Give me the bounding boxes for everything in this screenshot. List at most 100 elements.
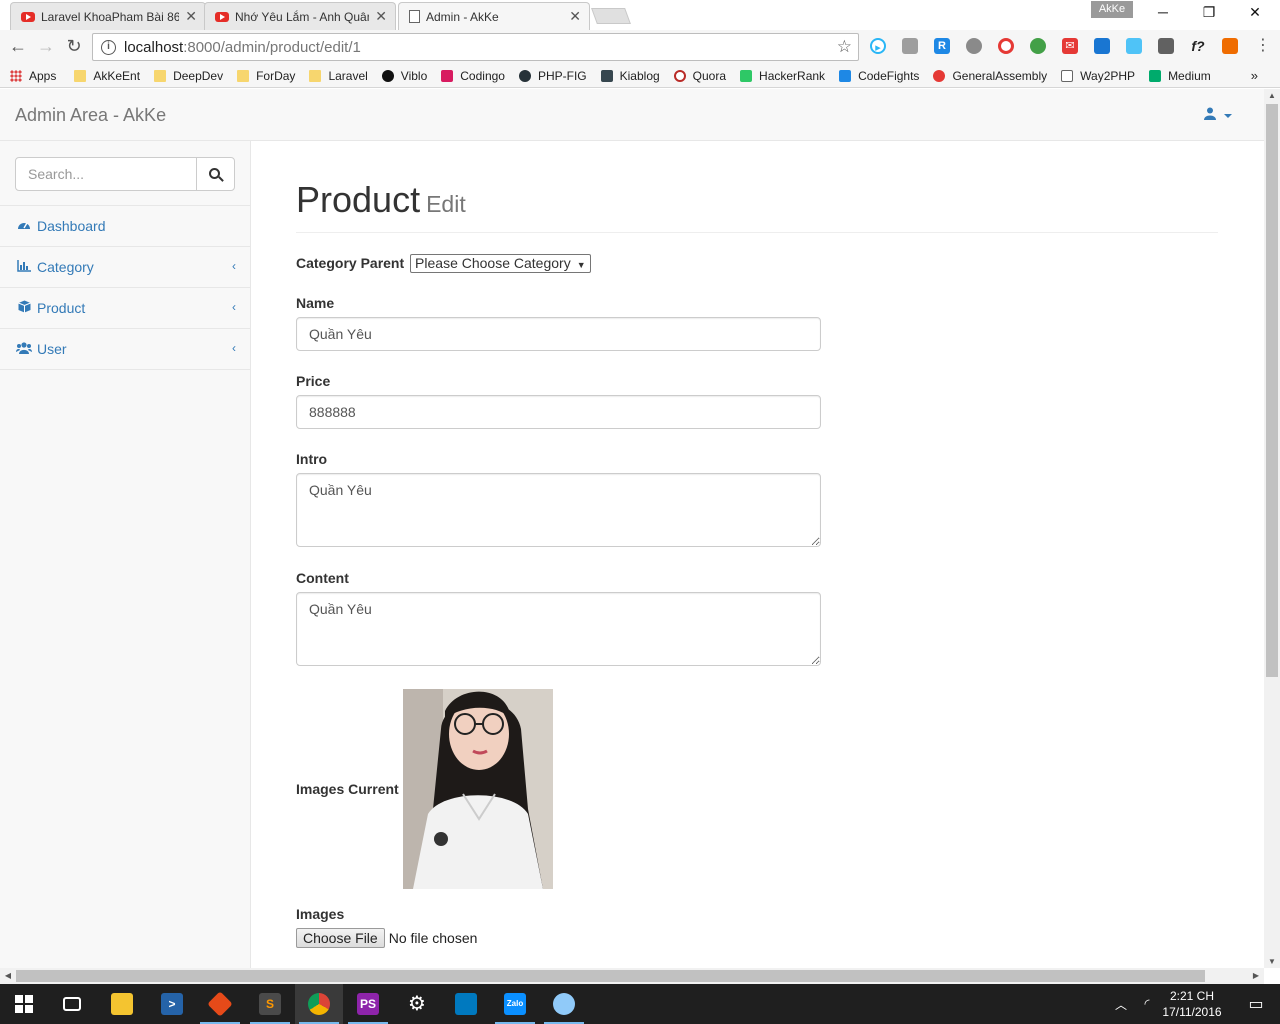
forward-icon[interactable]: →	[35, 36, 57, 56]
page-icon	[1061, 69, 1074, 82]
reload-icon[interactable]: ↻	[63, 36, 85, 56]
clock-date: 17/11/2016	[1162, 1005, 1222, 1019]
folder-icon	[74, 69, 87, 82]
bookmark-php-fig[interactable]: PHP-FIG	[518, 69, 587, 83]
category-select[interactable]: Please Choose Category ▼	[410, 254, 591, 273]
trello-icon[interactable]	[442, 984, 490, 1024]
bookmark-laravel[interactable]: Laravel	[309, 69, 368, 83]
bookmark-codefights[interactable]: CodeFights	[839, 69, 919, 83]
choose-file-button[interactable]: Choose File	[296, 928, 385, 948]
extension-r-icon[interactable]: R	[934, 38, 950, 54]
tab-title: Nhớ Yêu Lắm - Anh Quân	[235, 9, 370, 24]
restore-icon[interactable]: ❐	[1186, 4, 1232, 21]
profile-badge[interactable]: AkKe	[1091, 1, 1133, 18]
scroll-down-icon[interactable]: ▼	[1264, 957, 1280, 966]
vertical-scrollbar[interactable]: ▲ ▼	[1264, 89, 1280, 968]
browser-tab-2[interactable]: Nhớ Yêu Lắm - Anh Quân ✕	[204, 2, 396, 30]
intro-textarea[interactable]: Quần Yêu	[296, 473, 821, 547]
new-tab-button[interactable]	[591, 8, 631, 24]
browser-tab-1[interactable]: Laravel KhoaPham Bài 86 ✕	[10, 2, 206, 30]
system-clock[interactable]: 2:21 CH 17/11/2016	[1160, 988, 1224, 1020]
browser-tab-3[interactable]: Admin - AkKe ✕	[398, 2, 590, 30]
youtube-icon	[215, 11, 229, 22]
bookmark-star-icon[interactable]: ☆	[837, 37, 852, 57]
bookmark-kiablog[interactable]: Kiablog	[600, 69, 660, 83]
scroll-up-icon[interactable]: ▲	[1264, 91, 1280, 100]
extension-chat-icon[interactable]	[902, 38, 918, 54]
search-input[interactable]	[15, 157, 197, 191]
bookmark-quora[interactable]: Quora	[673, 69, 726, 83]
bookmark-codingo[interactable]: Codingo	[441, 69, 505, 83]
horizontal-scrollbar[interactable]: ◀ ▶	[0, 968, 1264, 984]
close-icon[interactable]: ✕	[375, 8, 387, 25]
more-bookmarks-icon[interactable]: »	[1251, 68, 1258, 83]
extension-green-icon[interactable]	[1030, 38, 1046, 54]
notifications-icon[interactable]: ▭	[1232, 984, 1280, 1024]
zalo-icon[interactable]: Zalo	[491, 984, 539, 1024]
page-viewport: Admin Area - AkKe Dashboard Category ‹	[0, 89, 1264, 968]
vertical-scroll-thumb[interactable]	[1266, 104, 1278, 677]
sidebar-item-label: User	[37, 341, 67, 357]
scroll-left-icon[interactable]: ◀	[0, 971, 16, 980]
tray-chevron-up-icon[interactable]: ︿	[1108, 984, 1134, 1024]
bookmark-akkeent[interactable]: AkKeEnt	[74, 69, 140, 83]
page-subtitle: Edit	[426, 191, 466, 217]
chrome-icon[interactable]	[295, 984, 343, 1024]
extension-play-icon[interactable]: ▸	[870, 38, 886, 54]
bookmark-way2php[interactable]: Way2PHP	[1061, 69, 1135, 83]
name-input[interactable]	[296, 317, 821, 351]
windows-start-icon[interactable]	[0, 984, 48, 1024]
extension-gear-icon[interactable]	[966, 38, 982, 54]
folder-icon	[309, 69, 322, 82]
extension-formula-icon[interactable]: f?	[1190, 38, 1206, 54]
sidebar-item-user[interactable]: User ‹	[0, 329, 250, 370]
menu-icon[interactable]: ⋮	[1252, 36, 1274, 56]
bookmarks-bar: Apps AkKeEnt DeepDev ForDay Laravel Vibl…	[0, 64, 1280, 88]
close-window-icon[interactable]: ✕	[1232, 4, 1278, 21]
paint-icon[interactable]	[540, 984, 588, 1024]
file-explorer-icon[interactable]	[98, 984, 146, 1024]
dropdown-arrow-icon: ▼	[576, 260, 586, 270]
address-bar[interactable]: i localhost:8000/admin/product/edit/1 ☆	[92, 33, 859, 61]
tab-title: Laravel KhoaPham Bài 86	[41, 9, 180, 24]
scroll-right-icon[interactable]: ▶	[1248, 971, 1264, 980]
price-group: Price	[296, 373, 1218, 429]
phpstorm-icon[interactable]: PS	[344, 984, 392, 1024]
settings-gear-icon[interactable]: ⚙	[393, 984, 441, 1024]
close-icon[interactable]: ✕	[569, 8, 581, 25]
sidebar-item-category[interactable]: Category ‹	[0, 247, 250, 288]
bookmark-generalassembly[interactable]: GeneralAssembly	[933, 69, 1047, 83]
user-dropdown-toggle[interactable]	[1204, 107, 1232, 123]
bookmark-forday[interactable]: ForDay	[237, 69, 295, 83]
close-icon[interactable]: ✕	[185, 8, 197, 25]
search-button[interactable]	[196, 157, 235, 191]
powershell-icon[interactable]: >	[148, 984, 196, 1024]
bookmark-medium[interactable]: Medium	[1149, 69, 1211, 83]
minimize-icon[interactable]: ─	[1140, 4, 1186, 20]
sublime-text-icon[interactable]: S	[246, 984, 294, 1024]
extension-image-icon[interactable]	[1126, 38, 1142, 54]
extension-window-icon[interactable]	[1094, 38, 1110, 54]
brand-link[interactable]: Admin Area - AkKe	[15, 105, 166, 126]
task-view-icon[interactable]	[48, 984, 96, 1024]
info-icon[interactable]: i	[101, 39, 116, 55]
bookmark-apps[interactable]: Apps	[10, 69, 56, 83]
git-icon[interactable]	[196, 984, 244, 1024]
generalassembly-icon	[933, 69, 946, 82]
content-textarea[interactable]: Quần Yêu	[296, 592, 821, 666]
bar-chart-icon	[16, 259, 32, 275]
gmail-icon[interactable]: ✉	[1062, 38, 1078, 54]
wifi-icon[interactable]: ◜	[1134, 984, 1160, 1024]
extension-drive-icon[interactable]	[1158, 38, 1174, 54]
sidebar-item-label: Dashboard	[37, 218, 106, 234]
sidebar-item-product[interactable]: Product ‹	[0, 288, 250, 329]
opera-icon[interactable]	[998, 38, 1014, 54]
extension-face-icon[interactable]	[1222, 38, 1238, 54]
sidebar-item-dashboard[interactable]: Dashboard	[0, 206, 250, 247]
bookmark-viblo[interactable]: Viblo	[381, 69, 427, 83]
bookmark-hackerrank[interactable]: HackerRank	[740, 69, 825, 83]
price-input[interactable]	[296, 395, 821, 429]
bookmark-deepdev[interactable]: DeepDev	[154, 69, 223, 83]
back-icon[interactable]: ←	[7, 36, 29, 56]
horizontal-scroll-thumb[interactable]	[16, 970, 1205, 982]
